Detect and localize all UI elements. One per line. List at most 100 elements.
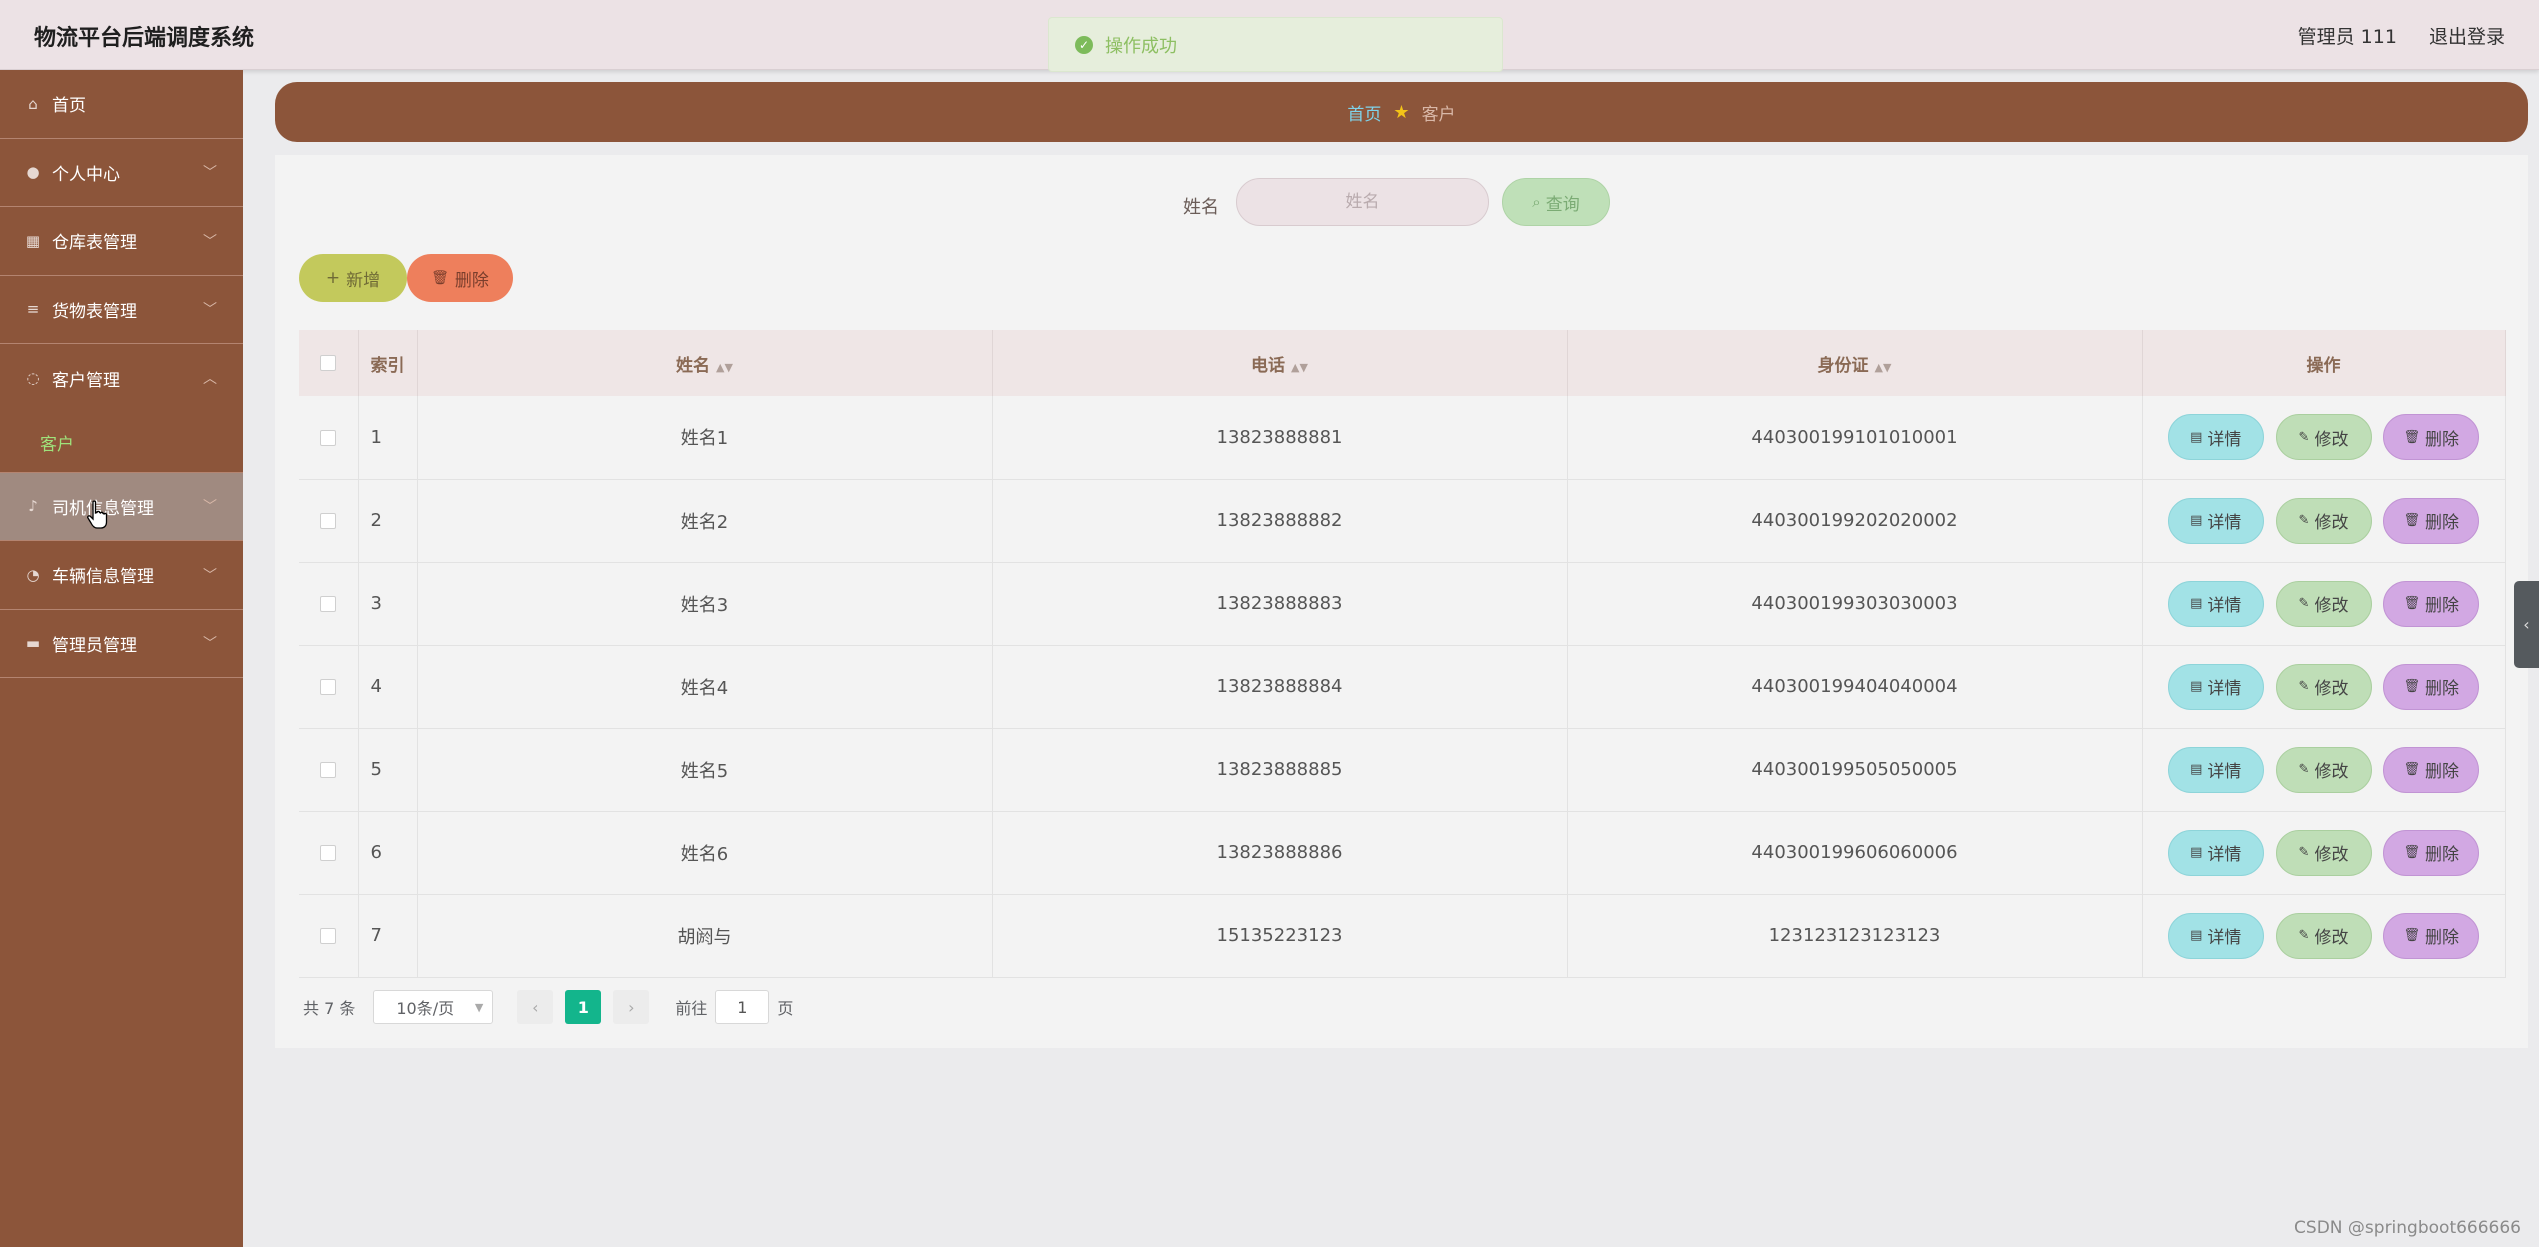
- sidebar-item-home[interactable]: ⌂ 首页: [0, 70, 243, 139]
- delete-button[interactable]: 🗑 删除: [2383, 746, 2480, 793]
- sidebar-item-driver[interactable]: ♪ 司机信息管理 ﹀: [0, 472, 243, 541]
- toast-message: 操作成功: [1105, 35, 1177, 57]
- breadcrumb-home[interactable]: 首页: [1347, 100, 1381, 125]
- detail-button[interactable]: ▤ 详情: [2167, 746, 2264, 793]
- table-row: 1 姓名1 13823888881 440300199101010001 ▤ 详情…: [299, 396, 2506, 480]
- pencil-icon: ✎: [2298, 845, 2310, 860]
- sidebar-item-profile[interactable]: ● 个人中心 ﹀: [0, 139, 243, 207]
- sort-icon[interactable]: ▲▼: [1875, 361, 1892, 374]
- cell-ops: ▤ 详情 ✎ 修改 🗑 删除: [2142, 479, 2506, 563]
- grid-icon: ▦: [25, 231, 41, 250]
- delete-button[interactable]: 🗑 删除: [2383, 497, 2480, 544]
- breadcrumb: 首页 ★ 客户: [275, 82, 2528, 142]
- edit-button[interactable]: ✎ 修改: [2275, 414, 2372, 461]
- column-header-phone[interactable]: 电话 ▲▼: [992, 330, 1568, 396]
- column-header-id-card[interactable]: 身份证 ▲▼: [1567, 330, 2143, 396]
- header-label: 身份证: [1817, 355, 1869, 376]
- sidebar-item-goods[interactable]: ≡ 货物表管理 ﹀: [0, 276, 243, 344]
- search-label: 姓名: [1183, 197, 1219, 218]
- sidebar-item-warehouse[interactable]: ▦ 仓库表管理 ﹀: [0, 207, 243, 276]
- delete-button[interactable]: 🗑 删除: [2383, 580, 2480, 627]
- edit-button[interactable]: ✎ 修改: [2275, 663, 2372, 710]
- row-checkbox[interactable]: [320, 762, 337, 778]
- cell-ops: ▤ 详情 ✎ 修改 🗑 删除: [2142, 728, 2506, 812]
- sidebar-item-label: 个人中心: [52, 164, 120, 185]
- trash-icon: 🗑: [2403, 762, 2420, 777]
- row-select-cell: [299, 894, 359, 978]
- row-checkbox[interactable]: [320, 596, 337, 612]
- sidebar-item-label: 管理员管理: [52, 635, 137, 656]
- batch-delete-button[interactable]: 🗑 删除: [407, 254, 513, 302]
- edit-button[interactable]: ✎ 修改: [2275, 497, 2372, 544]
- row-checkbox[interactable]: [320, 679, 337, 695]
- star-icon: ★: [1393, 101, 1410, 123]
- detail-button[interactable]: ▤ 详情: [2167, 580, 2264, 627]
- watermark: CSDN @springboot666666: [2294, 1218, 2521, 1238]
- row-checkbox[interactable]: [320, 928, 337, 944]
- logout-link[interactable]: 退出登录: [2429, 26, 2505, 48]
- row-select-cell: [299, 562, 359, 646]
- table-row: 6 姓名6 13823888886 440300199606060006 ▤ 详情…: [299, 811, 2506, 895]
- header-label: 姓名: [676, 355, 711, 376]
- detail-button[interactable]: ▤ 详情: [2167, 663, 2264, 710]
- select-all-checkbox[interactable]: [320, 355, 337, 371]
- customer-table: 索引 姓名 ▲▼ 电话 ▲▼ 身份证 ▲▼ 操作 1 姓名1 13823888881 …: [299, 330, 2506, 978]
- chevron-down-icon: ﹀: [203, 302, 217, 319]
- table-header-row: 索引 姓名 ▲▼ 电话 ▲▼ 身份证 ▲▼ 操作: [299, 330, 2506, 396]
- delete-button[interactable]: 🗑 删除: [2383, 912, 2480, 959]
- list-icon: ≡: [26, 300, 40, 319]
- cell-name: 姓名6: [417, 811, 993, 895]
- monitor-icon: ▬: [25, 634, 41, 653]
- hand-cursor-icon: [87, 500, 108, 529]
- plus-icon: +: [325, 268, 341, 288]
- detail-button[interactable]: ▤ 详情: [2167, 912, 2264, 959]
- chevron-down-icon: ﹀: [203, 233, 217, 250]
- query-button[interactable]: ⌕ 查询: [1502, 178, 1610, 226]
- table-row: 7 胡阏与 15135223123 123123123123123 ▤ 详情 ✎ 修…: [299, 894, 2506, 978]
- header-label: 电话: [1251, 355, 1286, 376]
- detail-label: 详情: [2207, 429, 2242, 450]
- delete-label: 删除: [2424, 928, 2459, 948]
- column-header-name[interactable]: 姓名 ▲▼: [417, 330, 993, 396]
- home-icon: ⌂: [28, 94, 38, 113]
- page-number-current[interactable]: 1: [565, 990, 602, 1024]
- search-icon: ⌕: [1532, 193, 1541, 211]
- detail-button[interactable]: ▤ 详情: [2167, 497, 2264, 544]
- detail-button[interactable]: ▤ 详情: [2167, 414, 2264, 461]
- name-search-input[interactable]: [1236, 178, 1489, 226]
- sort-icon[interactable]: ▲▼: [1291, 361, 1308, 374]
- edit-button[interactable]: ✎ 修改: [2275, 912, 2372, 959]
- goto-page-input[interactable]: [715, 990, 770, 1024]
- side-drawer-handle[interactable]: ‹: [2514, 581, 2539, 668]
- edit-button[interactable]: ✎ 修改: [2275, 746, 2372, 793]
- sidebar-item-admin[interactable]: ▬ 管理员管理 ﹀: [0, 610, 243, 678]
- row-checkbox[interactable]: [320, 429, 337, 446]
- delete-button[interactable]: 🗑 删除: [2383, 414, 2480, 461]
- detail-button[interactable]: ▤ 详情: [2167, 829, 2264, 876]
- success-toast: ✓ 操作成功: [1048, 17, 1503, 72]
- edit-button[interactable]: ✎ 修改: [2275, 829, 2372, 876]
- row-select-cell: [299, 479, 359, 563]
- sort-icon[interactable]: ▲▼: [716, 361, 733, 374]
- next-page-button[interactable]: ›: [613, 990, 650, 1024]
- row-checkbox[interactable]: [320, 513, 337, 529]
- row-checkbox[interactable]: [320, 845, 337, 861]
- delete-label: 删除: [2424, 596, 2459, 616]
- sidebar-item-customer[interactable]: ◌ 客户管理 ︿: [0, 344, 243, 413]
- add-button[interactable]: + 新增: [299, 254, 407, 302]
- sidebar-item-vehicle[interactable]: ◔ 车辆信息管理 ﹀: [0, 541, 243, 610]
- detail-label: 详情: [2207, 762, 2242, 782]
- prev-page-button[interactable]: ‹: [517, 990, 554, 1024]
- pencil-icon: ✎: [2298, 429, 2310, 445]
- sidebar-subitem-customer[interactable]: 客户: [0, 413, 243, 473]
- detail-label: 详情: [2207, 679, 2242, 699]
- cell-id-card: 440300199505050005: [1567, 728, 2143, 812]
- cell-index: 3: [358, 562, 418, 646]
- cell-phone: 13823888881: [992, 396, 1568, 480]
- page-size-select[interactable]: 10条/页 ▼: [373, 990, 494, 1024]
- sidebar-item-label: 车辆信息管理: [52, 567, 154, 588]
- delete-button[interactable]: 🗑 删除: [2383, 829, 2480, 876]
- table-row: 5 姓名5 13823888885 440300199505050005 ▤ 详情…: [299, 728, 2506, 812]
- edit-button[interactable]: ✎ 修改: [2275, 580, 2372, 627]
- delete-button[interactable]: 🗑 删除: [2383, 663, 2480, 710]
